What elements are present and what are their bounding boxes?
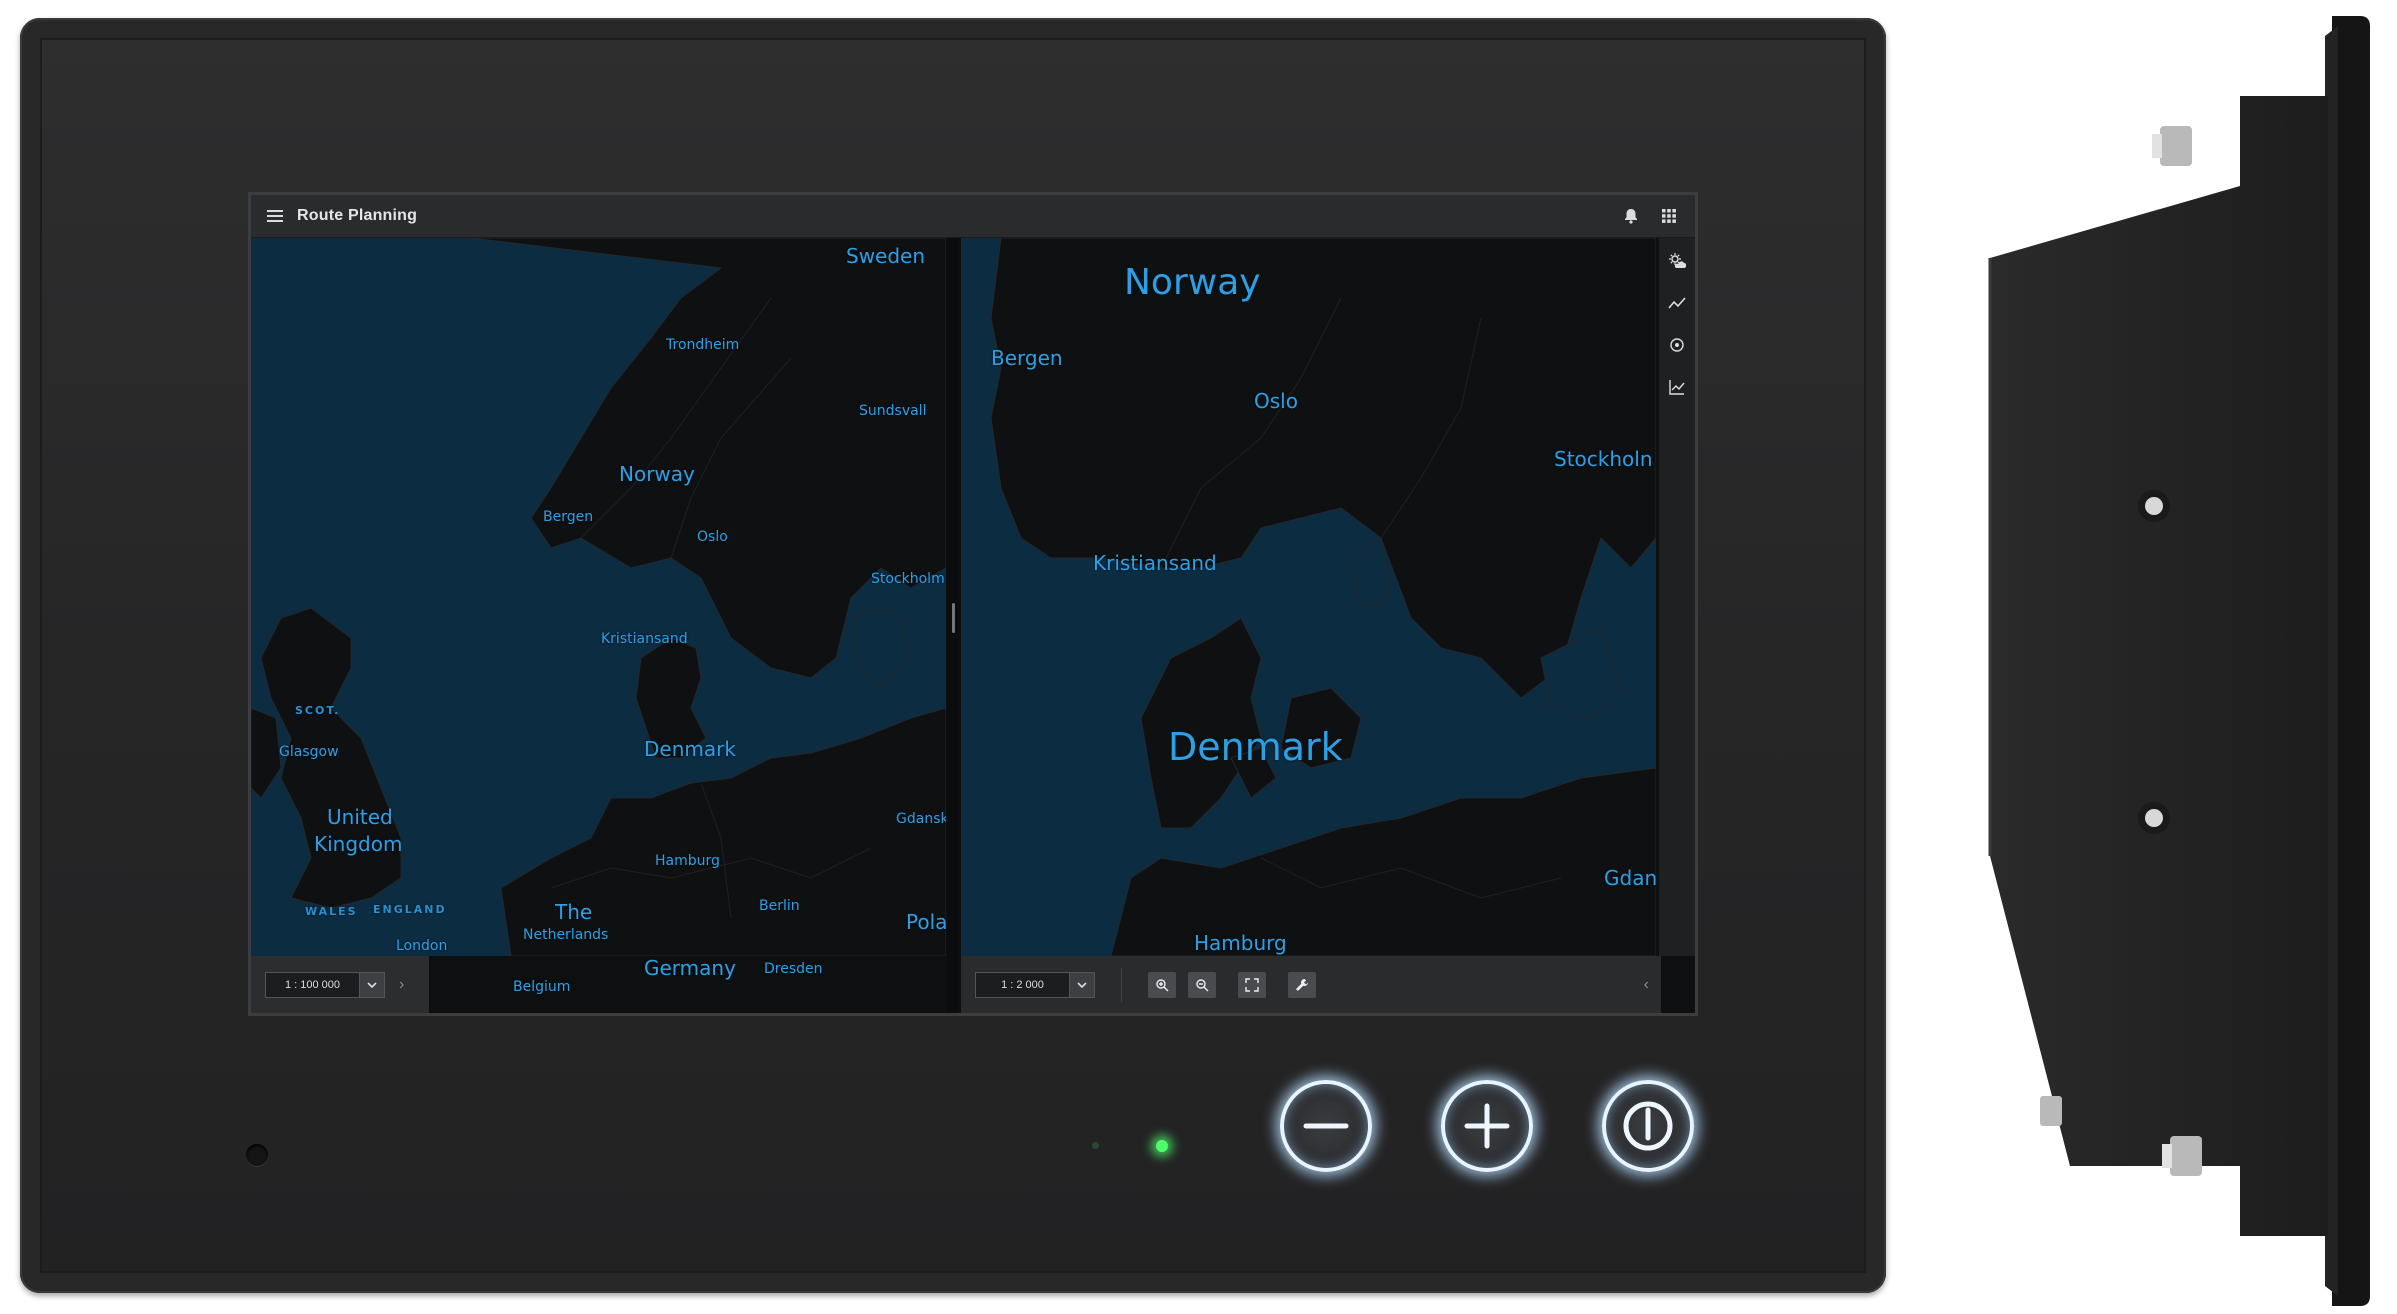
minus-icon bbox=[1303, 1123, 1349, 1129]
map-label: The bbox=[555, 900, 593, 924]
map-view-right[interactable]: Norway Bergen Oslo Stockholn Kristiansan… bbox=[961, 238, 1656, 956]
map-label: Belgium bbox=[513, 979, 571, 995]
status-led-on bbox=[1156, 1140, 1168, 1152]
map-label: Kingdom bbox=[314, 832, 403, 856]
left-map-toolbar: 1 : 100 000 › bbox=[251, 956, 429, 1013]
target-icon[interactable] bbox=[1668, 336, 1686, 354]
side-toolbar bbox=[1659, 238, 1695, 956]
map-label: United bbox=[327, 805, 393, 829]
chevron-down-icon[interactable] bbox=[359, 973, 384, 997]
power-button[interactable] bbox=[1602, 1080, 1694, 1172]
map-label: Hamburg bbox=[655, 853, 720, 869]
split-divider[interactable] bbox=[947, 238, 959, 1013]
chevron-down-icon[interactable] bbox=[1069, 973, 1094, 997]
map-label: Trondheim bbox=[666, 337, 740, 353]
scale-select-left[interactable]: 1 : 100 000 bbox=[265, 972, 385, 998]
power-icon bbox=[1623, 1101, 1673, 1151]
map-label: Bergen bbox=[991, 346, 1063, 370]
map-label: Denmark bbox=[1168, 725, 1343, 769]
map-label: Kristiansand bbox=[601, 631, 688, 647]
trend-line-icon[interactable] bbox=[1668, 294, 1686, 312]
map-label: Bergen bbox=[543, 509, 594, 525]
map-label: Hamburg bbox=[1194, 931, 1287, 955]
map-label: Oslo bbox=[1254, 389, 1298, 413]
map-label: Denmark bbox=[644, 737, 736, 761]
map-label: Glasgow bbox=[279, 744, 339, 760]
minus-button[interactable] bbox=[1280, 1080, 1372, 1172]
panel-bezel: Route Planning Sweden Trondheim Sundsval… bbox=[20, 18, 1886, 1293]
map-label: Norway bbox=[619, 462, 695, 486]
map-label: Gdan bbox=[1604, 866, 1656, 890]
zoom-out-icon[interactable] bbox=[1188, 972, 1216, 998]
toolbar-separator bbox=[1121, 968, 1122, 1002]
map-label: WALES bbox=[305, 905, 358, 918]
map-label: Dresden bbox=[764, 961, 823, 977]
plus-button[interactable] bbox=[1441, 1080, 1533, 1172]
map-label: Netherlands bbox=[523, 927, 609, 943]
divider-grip[interactable] bbox=[952, 603, 955, 633]
map-label: Berlin bbox=[759, 898, 800, 914]
wrench-icon[interactable] bbox=[1288, 972, 1316, 998]
map-label: Pola bbox=[906, 910, 946, 934]
weather-icon[interactable] bbox=[1668, 252, 1687, 270]
map-view-left[interactable]: Sweden Trondheim Sundsvall Norway Bergen… bbox=[251, 238, 946, 956]
map-label: Norway bbox=[1124, 262, 1261, 303]
scale-select-right[interactable]: 1 : 2 000 bbox=[975, 972, 1095, 998]
chart-icon[interactable] bbox=[1668, 378, 1686, 396]
app-bar: Route Planning bbox=[251, 195, 1695, 238]
zoom-in-icon[interactable] bbox=[1148, 972, 1176, 998]
map-label: Sundsvall bbox=[859, 403, 927, 419]
app-title: Route Planning bbox=[297, 207, 418, 224]
map-label: ENGLAND bbox=[373, 903, 447, 916]
display-screen: Route Planning Sweden Trondheim Sundsval… bbox=[248, 192, 1698, 1016]
map-label: Sweden bbox=[846, 244, 926, 268]
menu-icon[interactable] bbox=[267, 210, 283, 222]
map-label: Kristiansand bbox=[1093, 551, 1217, 575]
right-map-toolbar: 1 : 2 000 ‹ bbox=[961, 956, 1661, 1013]
map-label: Stockholm bbox=[871, 571, 945, 587]
map-label: SCOT. bbox=[295, 704, 341, 717]
map-label: Gdansk bbox=[896, 811, 946, 827]
chevron-left-icon[interactable]: ‹ bbox=[1644, 976, 1649, 994]
map-label: Stockholn bbox=[1554, 447, 1653, 471]
apps-grid-icon[interactable] bbox=[1661, 208, 1677, 224]
map-label: Oslo bbox=[697, 529, 728, 545]
plus-icon bbox=[1464, 1103, 1510, 1149]
scale-value: 1 : 100 000 bbox=[284, 979, 341, 991]
side-profile-view bbox=[1988, 16, 2370, 1306]
map-label: Germany bbox=[644, 956, 736, 980]
map-label: London bbox=[396, 938, 448, 954]
status-led-off bbox=[1092, 1142, 1099, 1149]
scale-value: 1 : 2 000 bbox=[1001, 979, 1044, 991]
chevron-right-icon[interactable]: › bbox=[399, 976, 404, 994]
fit-screen-icon[interactable] bbox=[1238, 972, 1266, 998]
ambient-light-sensor bbox=[246, 1144, 268, 1166]
bell-icon[interactable] bbox=[1623, 208, 1639, 224]
